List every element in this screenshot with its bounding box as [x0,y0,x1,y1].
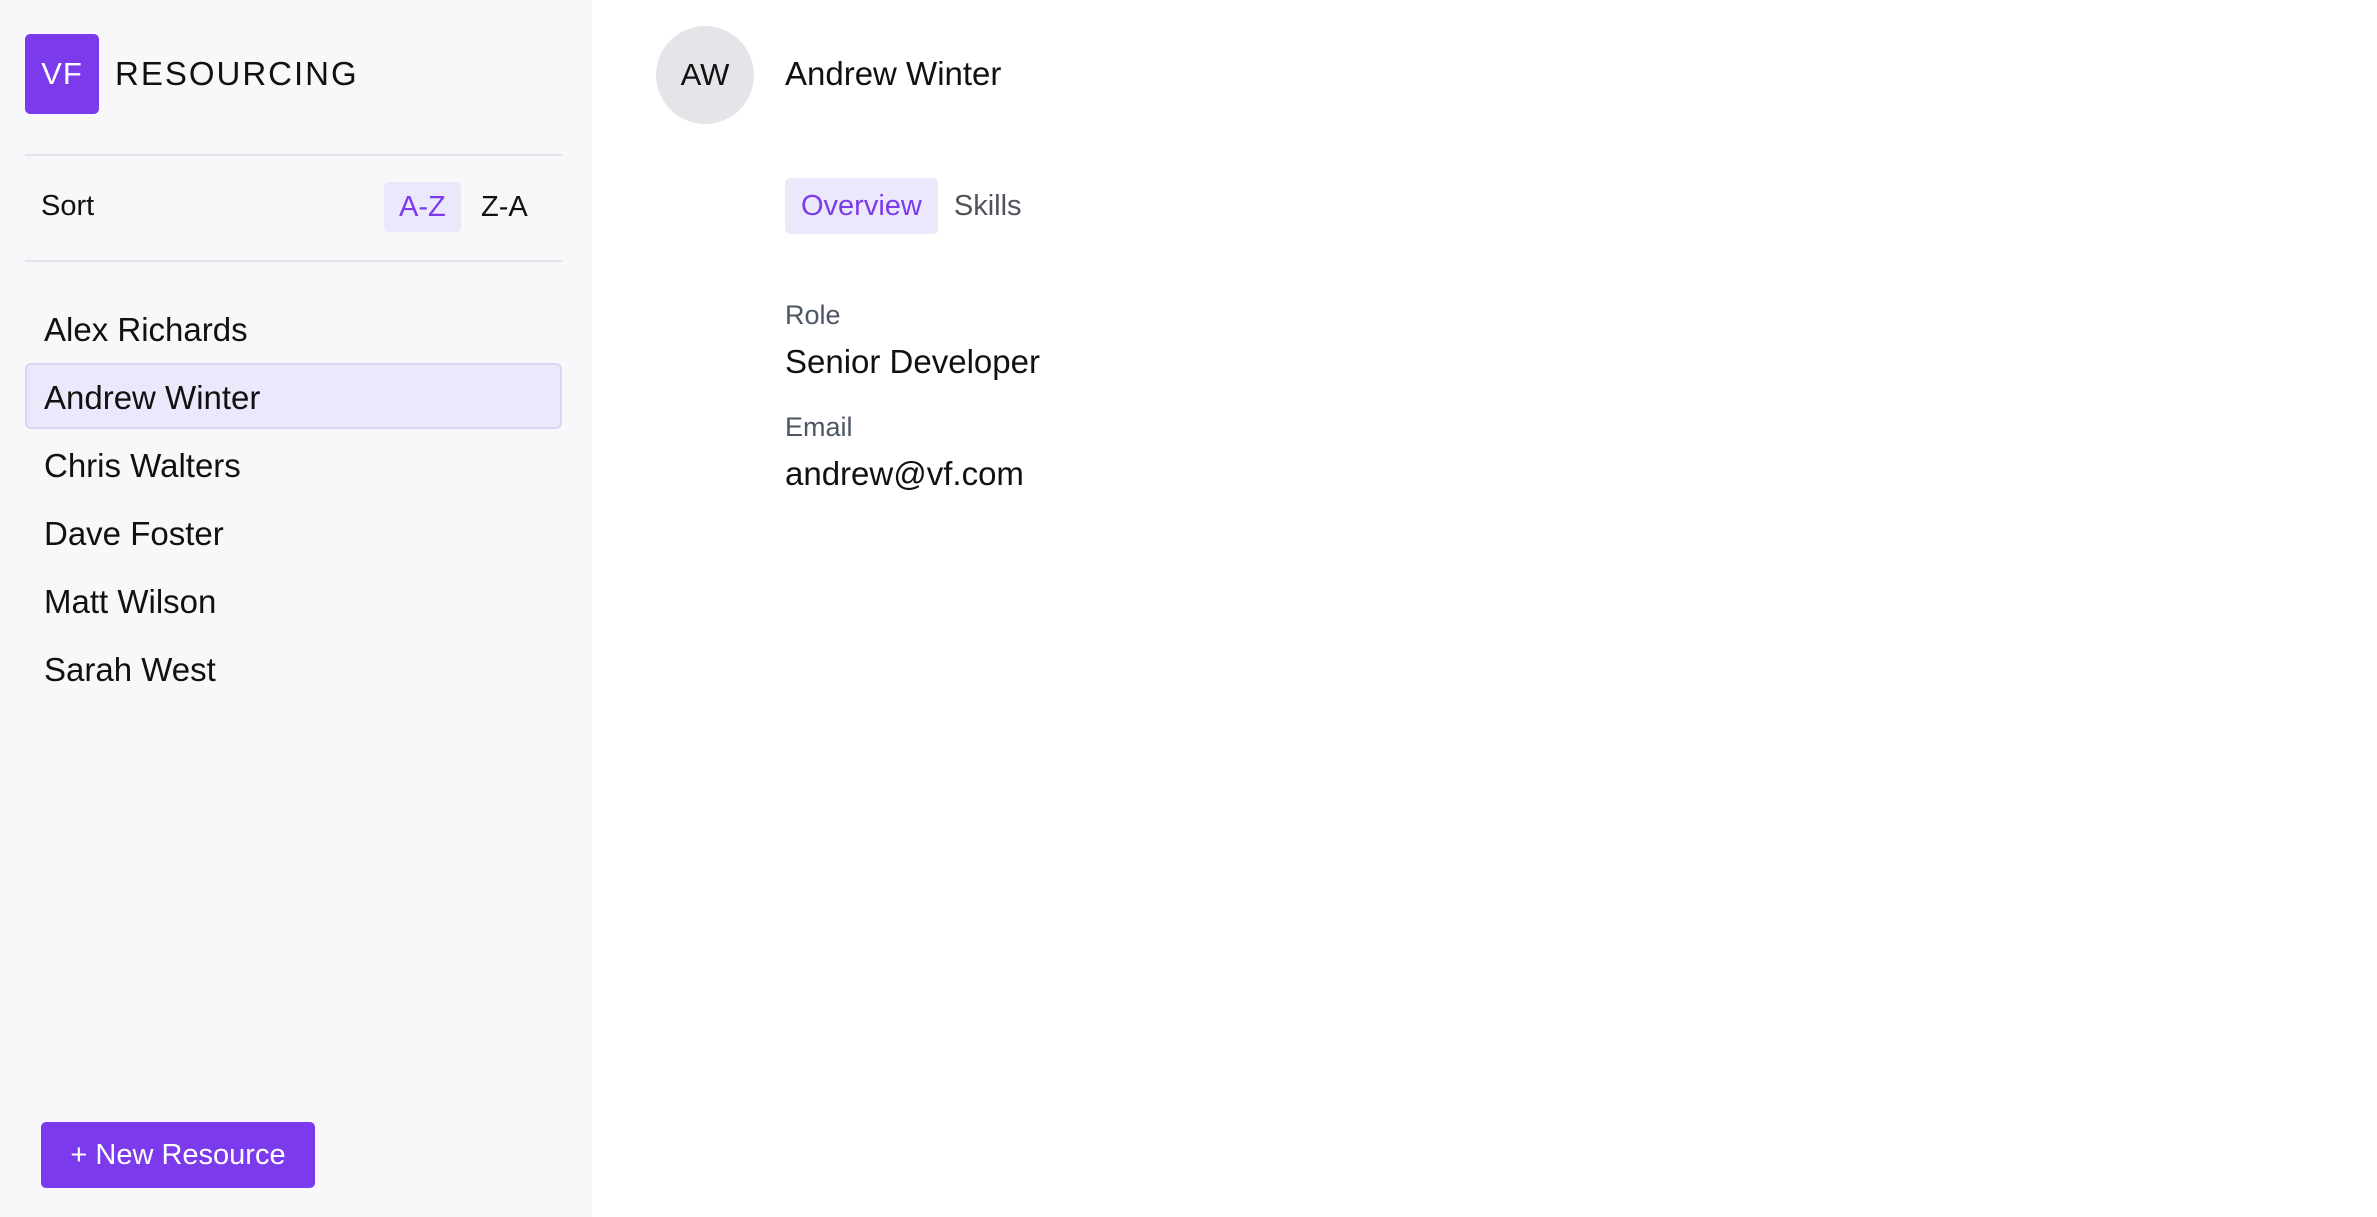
sort-az-button[interactable]: A-Z [384,182,461,232]
new-resource-button[interactable]: + New Resource [41,1122,315,1188]
resource-name-heading: Andrew Winter [785,55,1002,92]
avatar: AW [656,26,754,124]
role-value: Senior Developer [785,343,1040,380]
app-window: VF RESOURCING Sort A-Z Z-A Alex Richards… [0,0,2377,1217]
sidebar-divider-top [25,154,562,156]
resource-list-item[interactable]: Dave Foster [25,499,562,565]
detail-tabs: Overview Skills [785,178,1038,234]
resource-list-item[interactable]: Alex Richards [25,295,562,361]
brand-title: RESOURCING [115,55,359,92]
role-label: Role [785,300,841,330]
resource-detail-panel: AW Andrew Winter Overview Skills Role Se… [592,0,2377,1217]
sort-label: Sort [41,190,95,222]
resource-list-item[interactable]: Chris Walters [25,431,562,497]
resource-list-item[interactable]: Sarah West [25,635,562,701]
sidebar: VF RESOURCING Sort A-Z Z-A Alex Richards… [0,0,592,1217]
sidebar-divider-bottom [25,260,562,262]
resource-list-item[interactable]: Matt Wilson [25,567,562,633]
email-label: Email [785,412,853,442]
resource-list: Alex Richards Andrew Winter Chris Walter… [25,295,562,703]
sort-controls: Sort A-Z Z-A [25,182,562,232]
email-value: andrew@vf.com [785,455,1024,492]
resource-list-item-selected[interactable]: Andrew Winter [25,363,562,429]
brand: VF RESOURCING [25,34,359,114]
tab-skills[interactable]: Skills [938,178,1038,234]
tab-overview[interactable]: Overview [785,178,938,234]
sort-za-button[interactable]: Z-A [466,182,543,232]
brand-logo: VF [25,34,99,114]
